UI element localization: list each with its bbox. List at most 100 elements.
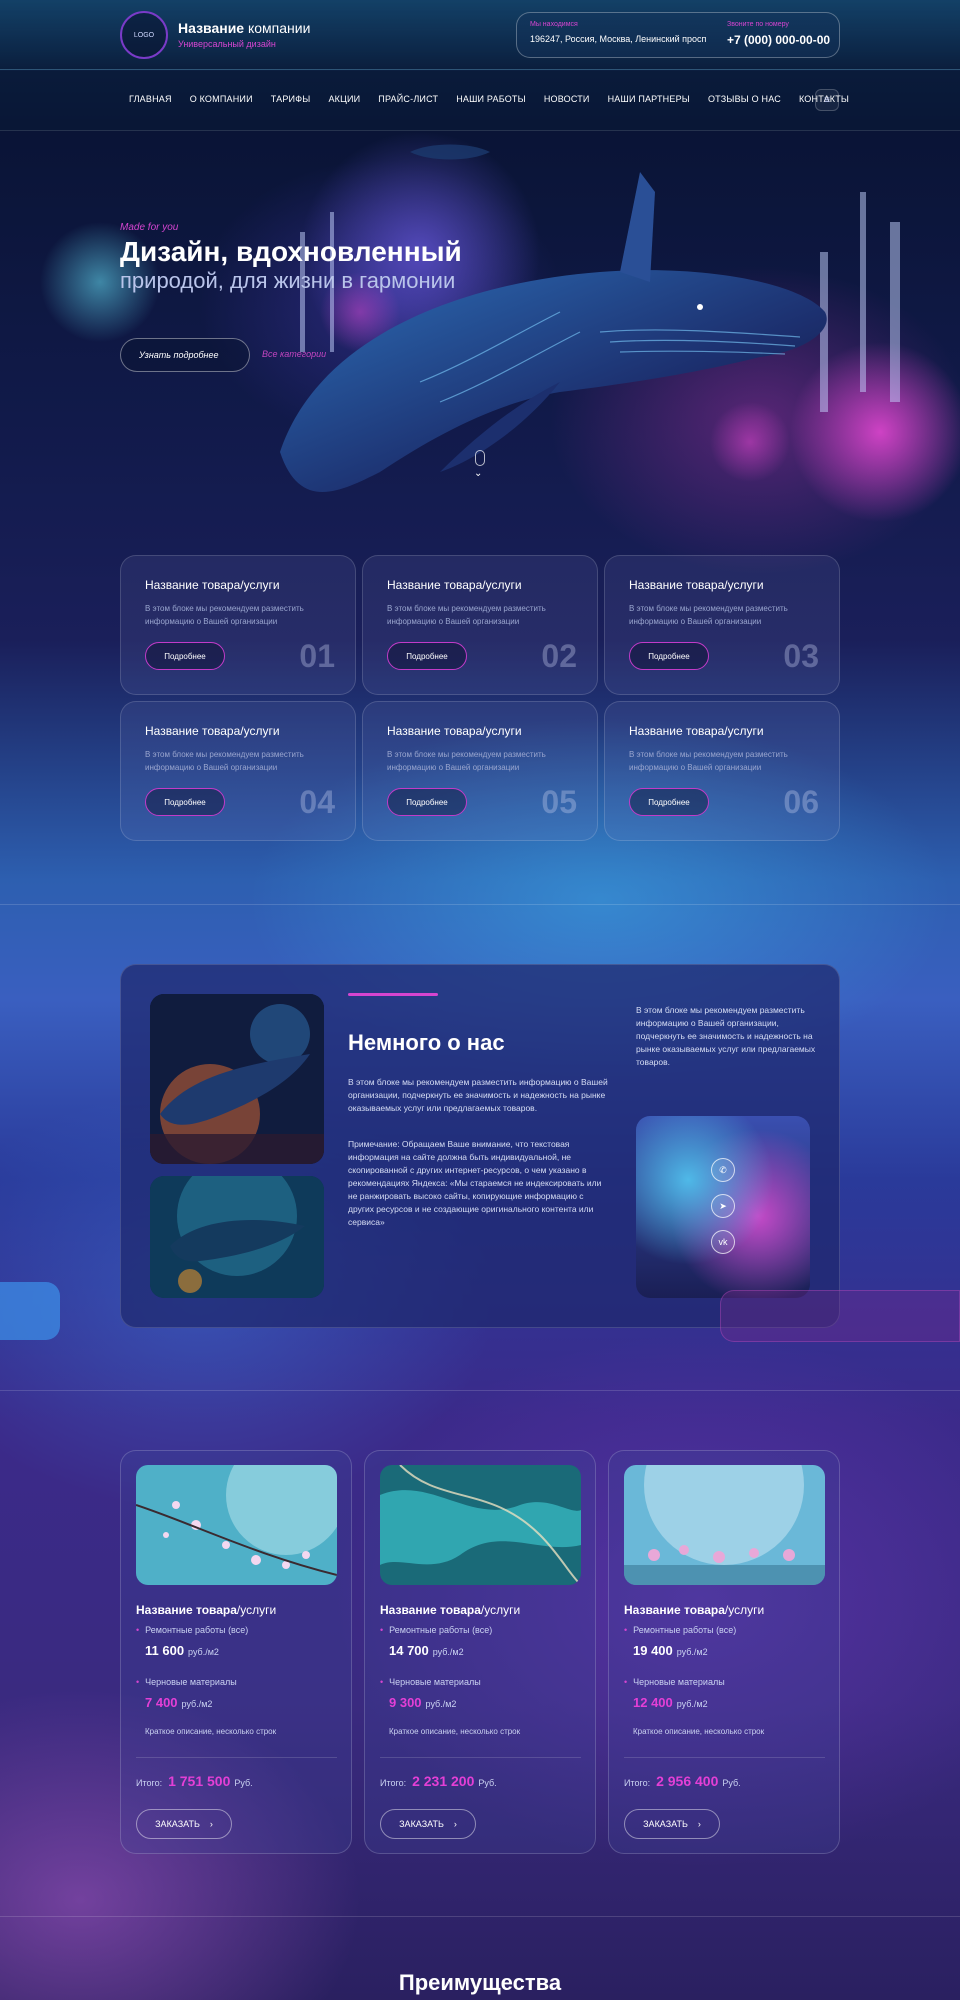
- service-more-button[interactable]: Подробнее: [387, 642, 467, 670]
- price-unit-1: руб./м2: [432, 1647, 464, 1657]
- hero-eyebrow: Made for you: [120, 222, 179, 233]
- about-accent-line: [348, 993, 438, 996]
- price-title-rest: /услуги: [480, 1603, 521, 1617]
- service-number: 03: [783, 638, 819, 674]
- address-label: Мы находимся: [530, 21, 578, 28]
- price-total-label: Итого:: [380, 1778, 407, 1788]
- price-line-1: Ремонтные работы (все): [624, 1625, 736, 1635]
- price-desc: Краткое описание, несколько строк: [145, 1727, 277, 1736]
- price-value-1: 19 400 руб./м2: [633, 1643, 708, 1658]
- service-more-button[interactable]: Подробнее: [145, 788, 225, 816]
- advantages-title: Преимущества: [398, 1970, 562, 1995]
- service-card: Название товара/услуги В этом блоке мы р…: [362, 701, 598, 841]
- service-more-button[interactable]: Подробнее: [387, 788, 467, 816]
- price-card: Название товара/услуги Ремонтные работы …: [120, 1450, 352, 1854]
- price-line-1: Ремонтные работы (все): [380, 1625, 492, 1635]
- price-total-label: Итого:: [136, 1778, 163, 1788]
- price-title-bold: Название товара: [380, 1603, 481, 1617]
- price-total-value: 1 751 500: [168, 1773, 231, 1789]
- service-desc: В этом блоке мы рекомендуем разместить и…: [387, 750, 546, 772]
- price-value-1-number: 11 600: [145, 1643, 185, 1658]
- company-name: Название компании Универсальный дизайн: [178, 20, 310, 49]
- about-image-whale-underwater: [150, 1176, 324, 1298]
- price-value-2: 9 300 руб./м2: [389, 1695, 456, 1710]
- price-separator: [624, 1757, 825, 1758]
- service-number: 04: [299, 784, 335, 820]
- order-button-label: ЗАКАЗАТЬ: [643, 1819, 688, 1829]
- phone-number[interactable]: +7 (000) 000-00-00: [727, 33, 830, 47]
- price-total: Итого: 2 956 400 Руб.: [624, 1773, 741, 1789]
- hero-subtitle: природой, для жизни в гармонии: [120, 268, 456, 293]
- price-total-value: 2 956 400: [656, 1773, 719, 1789]
- order-button-label: ЗАКАЗАТЬ: [399, 1819, 444, 1829]
- nav-item-tariffs[interactable]: ТАРИФЫ: [271, 94, 311, 104]
- service-number: 05: [541, 784, 577, 820]
- service-more-button[interactable]: Подробнее: [629, 788, 709, 816]
- telegram-icon[interactable]: ➤: [711, 1194, 735, 1218]
- service-number: 02: [541, 638, 577, 674]
- learn-more-button[interactable]: Узнать подробнее: [120, 338, 250, 372]
- price-unit-2: руб./м2: [181, 1699, 213, 1709]
- service-title: Название товара/услуги: [629, 578, 764, 592]
- hero-title: Дизайн, вдохновленный: [120, 236, 462, 267]
- price-card: Название товара/услуги Ремонтные работы …: [608, 1450, 840, 1854]
- price-currency: Руб.: [234, 1778, 253, 1788]
- price-desc: Краткое описание, несколько строк: [389, 1727, 521, 1736]
- about-side-text: В этом блоке мы рекомендуем разместить и…: [636, 1005, 816, 1067]
- scroll-down-icon[interactable]: ⌄: [474, 468, 482, 479]
- whatsapp-icon[interactable]: ✆: [711, 1158, 735, 1182]
- price-value-2: 12 400 руб./м2: [633, 1695, 708, 1710]
- vk-icon[interactable]: vk: [711, 1230, 735, 1254]
- nav-item-home[interactable]: ГЛАВНАЯ: [129, 94, 172, 104]
- price-desc: Краткое описание, несколько строк: [633, 1727, 765, 1736]
- order-button-label: ЗАКАЗАТЬ: [155, 1819, 200, 1829]
- order-button[interactable]: ЗАКАЗАТЬ ›: [380, 1809, 476, 1839]
- hamburger-menu-icon[interactable]: ≡: [815, 89, 839, 111]
- logo[interactable]: LOGO: [120, 11, 168, 59]
- section-divider: [0, 904, 960, 905]
- service-card: Название товара/услуги В этом блоке мы р…: [120, 555, 356, 695]
- service-card: Название товара/услуги В этом блоке мы р…: [120, 701, 356, 841]
- price-title: Название товара/услуги: [624, 1603, 764, 1617]
- nav-item-works[interactable]: НАШИ РАБОТЫ: [456, 94, 526, 104]
- price-line-2: Черновые материалы: [136, 1677, 237, 1687]
- service-number: 01: [299, 638, 335, 674]
- price-value-2-number: 12 400: [633, 1695, 673, 1710]
- nav-item-about[interactable]: О КОМПАНИИ: [190, 94, 253, 104]
- service-title: Название товара/услуги: [629, 724, 764, 738]
- all-categories-link[interactable]: Все категории: [262, 349, 326, 359]
- price-title-rest: /услуги: [724, 1603, 765, 1617]
- price-line-2: Черновые материалы: [380, 1677, 481, 1687]
- price-image-flowers: [624, 1465, 825, 1585]
- price-card: Название товара/услуги Ремонтные работы …: [364, 1450, 596, 1854]
- price-title-bold: Название товара: [624, 1603, 725, 1617]
- service-more-button[interactable]: Подробнее: [629, 642, 709, 670]
- price-value-2-number: 7 400: [145, 1695, 178, 1710]
- service-more-button[interactable]: Подробнее: [145, 642, 225, 670]
- price-currency: Руб.: [478, 1778, 497, 1788]
- price-total-value: 2 231 200: [412, 1773, 475, 1789]
- nav-item-promos[interactable]: АКЦИИ: [328, 94, 360, 104]
- nav-item-pricelist[interactable]: ПРАЙС-ЛИСТ: [378, 94, 438, 104]
- price-title: Название товара/услуги: [380, 1603, 520, 1617]
- price-value-1-number: 19 400: [633, 1643, 673, 1658]
- about-image-whale-sunset: [150, 994, 324, 1164]
- nav-item-news[interactable]: НОВОСТИ: [544, 94, 590, 104]
- price-currency: Руб.: [722, 1778, 741, 1788]
- order-button[interactable]: ЗАКАЗАТЬ ›: [136, 1809, 232, 1839]
- chevron-right-icon: ›: [453, 1819, 457, 1829]
- nav-item-reviews[interactable]: ОТЗЫВЫ О НАС: [708, 94, 781, 104]
- scroll-mouse-icon[interactable]: [475, 450, 485, 466]
- order-button[interactable]: ЗАКАЗАТЬ ›: [624, 1809, 720, 1839]
- price-unit-1: руб./м2: [188, 1647, 219, 1657]
- section-divider: [0, 1390, 960, 1391]
- price-unit-1: руб./м2: [676, 1647, 708, 1657]
- service-desc: В этом блоке мы рекомендуем разместить и…: [387, 604, 546, 626]
- service-title: Название товара/услуги: [387, 578, 522, 592]
- decorative-block-right: [720, 1290, 960, 1342]
- nav-item-partners[interactable]: НАШИ ПАРТНЕРЫ: [608, 94, 690, 104]
- about-note: Примечание: Обращаем Ваше внимание, что …: [348, 1139, 602, 1227]
- about-title: Немного о нас: [348, 1030, 505, 1055]
- service-card: Название товара/услуги В этом блоке мы р…: [604, 555, 840, 695]
- service-card: Название товара/услуги В этом блоке мы р…: [362, 555, 598, 695]
